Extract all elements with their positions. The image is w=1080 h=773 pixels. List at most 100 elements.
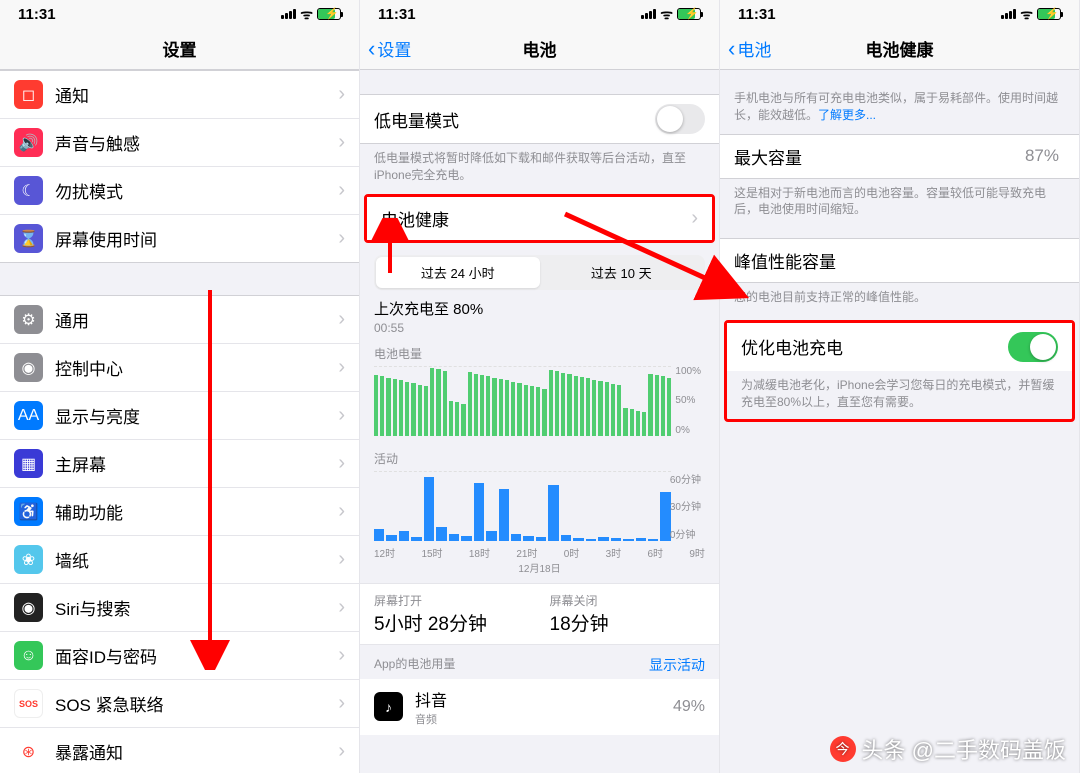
signal-icon [641, 9, 656, 19]
low-power-label: 低电量模式 [374, 107, 655, 132]
nav-bar: 设置 [0, 28, 359, 70]
row-label: 屏幕使用时间 [55, 226, 338, 251]
chevron-right-icon: › [338, 356, 345, 379]
seg-10d[interactable]: 过去 10 天 [540, 257, 704, 288]
screen-on-value: 5小时 28分钟 [374, 609, 530, 636]
chevron-right-icon: › [338, 548, 345, 571]
seg-24h[interactable]: 过去 24 小时 [376, 257, 540, 288]
chevron-right-icon: › [338, 644, 345, 667]
row-label: Siri与搜索 [55, 595, 338, 620]
settings-row[interactable]: ◻通知› [0, 71, 359, 119]
row-icon: ♿ [14, 497, 43, 526]
opt-charge-row[interactable]: 优化电池充电 [727, 323, 1072, 371]
nav-title: 电池 [523, 36, 557, 61]
chevron-left-icon: ‹ [368, 38, 375, 60]
settings-row[interactable]: ⊛暴露通知› [0, 728, 359, 773]
battery-content[interactable]: 低电量模式 低电量模式将暂时降低如下载和邮件获取等后台活动，直至iPhone完全… [360, 70, 719, 773]
settings-content[interactable]: ◻通知›🔊声音与触感›☾勿扰模式›⌛屏幕使用时间› ⚙通用›◉控制中心›AA显示… [0, 70, 359, 773]
row-label: 通知 [55, 82, 338, 107]
peak-perf-label: 峰值性能容量 [734, 248, 1065, 273]
status-time: 11:31 [378, 6, 416, 23]
low-power-desc: 低电量模式将暂时降低如下载和邮件获取等后台活动，直至iPhone完全充电。 [360, 144, 719, 194]
row-label: 暴露通知 [55, 739, 338, 764]
row-label: 通用 [55, 307, 338, 332]
battery-level-chart: 100%50%0% [374, 366, 671, 436]
peak-perf-group: 峰值性能容量 [720, 238, 1079, 283]
settings-row[interactable]: ☾勿扰模式› [0, 167, 359, 215]
row-icon: SOS [14, 689, 43, 718]
chevron-right-icon: › [338, 404, 345, 427]
row-icon: ◉ [14, 353, 43, 382]
settings-row[interactable]: AA显示与亮度› [0, 392, 359, 440]
app-row-douyin[interactable]: ♪ 抖音 音频 49% [360, 679, 719, 735]
status-bar: 11:31 ᯤ ⚡ [360, 0, 719, 28]
row-icon: ▦ [14, 449, 43, 478]
app-usage-header: App的电池用量 [374, 655, 455, 675]
settings-row[interactable]: ❀墙纸› [0, 536, 359, 584]
max-capacity-group: 最大容量 87% [720, 134, 1079, 179]
status-right: ᯤ ⚡ [281, 5, 341, 24]
back-button[interactable]: ‹电池 [728, 36, 771, 61]
app-name: 抖音 [415, 687, 673, 711]
charts: 上次充电至 80% 00:55 电池电量 100%50%0% 活动 60分钟30… [360, 298, 719, 575]
douyin-icon: ♪ [374, 692, 403, 721]
chevron-right-icon: › [338, 308, 345, 331]
low-power-mode-row[interactable]: 低电量模式 [360, 95, 719, 143]
learn-more-link[interactable]: 了解更多... [818, 108, 876, 122]
watermark-icon: 今 [830, 736, 856, 762]
phone-battery: 11:31 ᯤ ⚡ ‹设置 电池 低电量模式 低电量模式将暂时降低如下载和邮件获… [360, 0, 720, 773]
chevron-right-icon: › [691, 207, 698, 230]
settings-row[interactable]: ⌛屏幕使用时间› [0, 215, 359, 262]
settings-row[interactable]: ▦主屏幕› [0, 440, 359, 488]
spacer [0, 263, 359, 295]
chevron-right-icon: › [338, 500, 345, 523]
nav-bar: ‹设置 电池 [360, 28, 719, 70]
phone-battery-health: 11:31 ᯤ ⚡ ‹电池 电池健康 手机电池与所有可充电电池类似，属于易耗部件… [720, 0, 1080, 773]
max-capacity-label: 最大容量 [734, 144, 1025, 169]
row-icon: ☾ [14, 176, 43, 205]
signal-icon [281, 9, 296, 19]
nav-title: 电池健康 [866, 36, 934, 61]
row-label: 辅助功能 [55, 499, 338, 524]
chart2-label: 活动 [374, 450, 705, 467]
show-activity-link[interactable]: 显示活动 [649, 655, 705, 675]
status-right: ᯤ ⚡ [1001, 5, 1061, 24]
settings-group-2: ⚙通用›◉控制中心›AA显示与亮度›▦主屏幕›♿辅助功能›❀墙纸›◉Siri与搜… [0, 295, 359, 773]
battery-health-content[interactable]: 手机电池与所有可充电电池类似，属于易耗部件。使用时间越长，能效越低。了解更多..… [720, 70, 1079, 773]
battery-health-group: 电池健康 › [364, 194, 715, 243]
last-charge-title: 上次充电至 80% [374, 298, 705, 319]
row-icon: ◉ [14, 593, 43, 622]
settings-row[interactable]: ♿ 辅助功能› [0, 488, 359, 536]
opt-charge-switch[interactable] [1008, 332, 1058, 362]
battery-icon: ⚡ [317, 8, 341, 20]
battery-health-row[interactable]: 电池健康 › [367, 197, 712, 240]
battery-icon: ⚡ [1037, 8, 1061, 20]
chevron-right-icon: › [338, 596, 345, 619]
max-capacity-value: 87% [1025, 146, 1059, 166]
chart1-label: 电池电量 [374, 345, 705, 362]
low-power-switch[interactable] [655, 104, 705, 134]
back-button[interactable]: ‹设置 [368, 36, 411, 61]
time-segment[interactable]: 过去 24 小时 过去 10 天 [374, 255, 705, 290]
row-label: 面容ID与密码 [55, 643, 338, 668]
row-label: 主屏幕 [55, 451, 338, 476]
max-capacity-row: 最大容量 87% [720, 135, 1079, 178]
chevron-right-icon: › [338, 131, 345, 154]
settings-row[interactable]: ⚙通用› [0, 296, 359, 344]
opt-charge-label: 优化电池充电 [741, 334, 1008, 359]
settings-row[interactable]: SOSSOS 紧急联络› [0, 680, 359, 728]
settings-row[interactable]: ◉ Siri与搜索› [0, 584, 359, 632]
settings-row[interactable]: ☺ 面容ID与密码› [0, 632, 359, 680]
max-capacity-desc: 这是相对于新电池而言的电池容量。容量较低可能导致充电后，电池使用时间缩短。 [720, 179, 1079, 229]
settings-row[interactable]: 🔊声音与触感› [0, 119, 359, 167]
x-axis-hours: 12时15时18时21时0时3时6时9时 [374, 545, 705, 560]
chevron-right-icon: › [338, 692, 345, 715]
row-label: 控制中心 [55, 355, 338, 380]
chevron-right-icon: › [338, 740, 345, 763]
settings-group-1: ◻通知›🔊声音与触感›☾勿扰模式› ⌛ 屏幕使用时间 › [0, 70, 359, 263]
opt-charge-desc: 为减缓电池老化，iPhone会学习您每日的充电模式，并暂缓充电至80%以上，直至… [727, 371, 1072, 417]
row-icon: ☺ [14, 641, 43, 670]
row-label: 声音与触感 [55, 130, 338, 155]
row-icon: ⌛ [14, 224, 43, 253]
settings-row[interactable]: ◉ 控制中心› [0, 344, 359, 392]
